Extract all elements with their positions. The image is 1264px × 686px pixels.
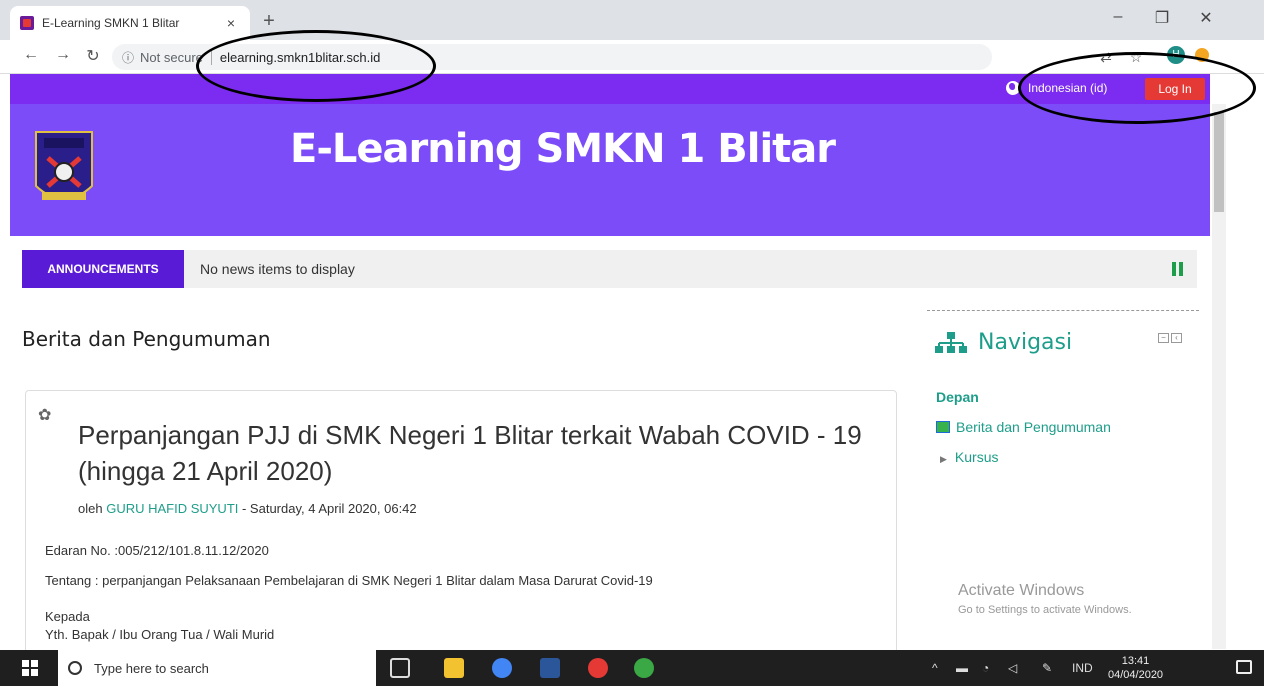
site-favicon-icon	[20, 16, 34, 30]
restore-icon[interactable]: ❐	[1142, 8, 1182, 28]
battery-icon[interactable]: ▬	[956, 661, 968, 675]
scrollbar-thumb[interactable]	[1214, 112, 1224, 212]
forum-post: ✿ Perpanjangan PJJ di SMK Negeri 1 Blita…	[25, 390, 897, 660]
globe-icon	[1006, 81, 1020, 95]
announcements-text: No news items to display	[200, 261, 355, 277]
sidebar-item-berita[interactable]: Berita dan Pengumuman	[936, 419, 1111, 435]
language-menu[interactable]: Indonesian (id)	[1006, 81, 1107, 95]
sidebar-divider	[927, 310, 1199, 311]
site-topbar: Indonesian (id) Log In	[10, 74, 1210, 104]
browser-tab-strip: E-Learning SMKN 1 Blitar × + – ❐ ✕	[0, 0, 1264, 40]
forward-arrow-icon[interactable]: →	[52, 46, 74, 64]
reload-icon[interactable]: ↻	[82, 46, 104, 66]
post-date: - Saturday, 4 April 2020, 06:42	[238, 501, 417, 516]
file-explorer-icon[interactable]	[444, 658, 464, 678]
pause-icon[interactable]	[1172, 262, 1184, 276]
activate-windows-watermark: Activate Windows Go to Settings to activ…	[958, 582, 1132, 616]
announcements-bar: ANNOUNCEMENTS No news items to display	[22, 250, 1197, 288]
by-label: oleh	[78, 501, 103, 516]
volume-icon[interactable]: ◁	[1008, 661, 1017, 675]
post-title[interactable]: Perpanjangan PJJ di SMK Negeri 1 Blitar …	[78, 417, 878, 489]
watermark-subtitle: Go to Settings to activate Windows.	[958, 604, 1132, 616]
block-controls: − ‹	[1158, 333, 1182, 343]
login-button[interactable]: Log In	[1145, 78, 1205, 100]
author-link[interactable]: GURU HAFID SUYUTI	[106, 501, 238, 516]
dock-icon[interactable]: ‹	[1171, 333, 1182, 343]
task-view-icon[interactable]	[390, 658, 410, 678]
pen-icon[interactable]: ✎	[1042, 661, 1052, 675]
sidebar-item-label: Kursus	[954, 449, 999, 465]
post-meta: oleh GURU HAFID SUYUTI - Saturday, 4 Apr…	[78, 501, 417, 516]
extension-icon[interactable]	[1195, 48, 1209, 62]
wifi-icon[interactable]: ◔	[982, 661, 989, 675]
info-icon[interactable]: ⓘ	[122, 49, 134, 66]
sidebar-item-label: Berita dan Pengumuman	[956, 419, 1111, 435]
window-close-icon[interactable]: ✕	[1186, 8, 1226, 28]
post-line: Yth. Bapak / Ibu Orang Tua / Wali Murid	[45, 627, 275, 642]
page-scrollbar[interactable]	[1212, 104, 1226, 649]
word-icon[interactable]	[540, 658, 560, 678]
site-name: E-Learning SMKN 1 Blitar	[290, 126, 836, 172]
taskbar-search[interactable]: Type here to search	[58, 650, 376, 686]
sitemap-icon	[935, 331, 967, 353]
language-label: Indonesian (id)	[1028, 81, 1108, 95]
browser-toolbar: ← → ↻ ⓘ Not secure elearning.smkn1blitar…	[0, 40, 1264, 74]
navigation-block-header: Navigasi	[934, 330, 1072, 355]
profile-avatar[interactable]: H	[1167, 46, 1185, 64]
sidebar-item-label: Depan	[936, 389, 979, 405]
announcements-label: ANNOUNCEMENTS	[22, 250, 184, 288]
post-line: Tentang : perpanjangan Pelaksanaan Pembe…	[45, 573, 653, 588]
chrome-icon[interactable]	[492, 658, 512, 678]
tab-close-button[interactable]: ×	[222, 15, 240, 31]
browser-tab[interactable]: E-Learning SMKN 1 Blitar ×	[10, 6, 250, 40]
navigation-title: Navigasi	[978, 330, 1073, 355]
new-tab-button[interactable]: +	[258, 10, 280, 33]
system-clock[interactable]: 13:41 04/04/2020	[1108, 654, 1163, 682]
windows-taskbar: Type here to search ^ ▬ ◔ ◁ ✎ IND 13:41 …	[0, 650, 1264, 686]
clock-time: 13:41	[1121, 655, 1150, 667]
post-line: Kepada	[45, 609, 90, 624]
site-banner: E-Learning SMKN 1 Blitar	[10, 104, 1210, 236]
section-title: Berita dan Pengumuman	[22, 327, 271, 351]
opera-icon[interactable]	[588, 658, 608, 678]
address-bar[interactable]: ⓘ Not secure elearning.smkn1blitar.sch.i…	[112, 44, 992, 70]
sidebar-item-depan[interactable]: Depan	[936, 389, 979, 405]
security-label: Not secure	[140, 49, 212, 65]
post-line: Edaran No. :005/212/101.8.11.12/2020	[45, 543, 269, 558]
sidebar-item-kursus[interactable]: ▶ Kursus	[940, 449, 999, 465]
input-language[interactable]: IND	[1072, 661, 1093, 675]
clock-date: 04/04/2020	[1108, 669, 1164, 681]
windows-start-icon[interactable]	[22, 660, 38, 676]
search-icon	[68, 661, 82, 675]
collapse-icon[interactable]: −	[1158, 333, 1169, 343]
minimize-icon[interactable]: –	[1098, 8, 1138, 26]
tray-chevron-icon[interactable]: ^	[932, 661, 938, 675]
back-arrow-icon[interactable]: ←	[20, 46, 42, 64]
translate-icon[interactable]: ⇄	[1096, 49, 1116, 66]
bookmark-star-icon[interactable]: ☆	[1126, 49, 1146, 66]
notification-icon[interactable]	[1236, 660, 1252, 674]
watermark-title: Activate Windows	[958, 582, 1085, 599]
school-logo[interactable]	[32, 128, 96, 212]
search-placeholder: Type here to search	[94, 660, 209, 676]
forum-icon	[936, 421, 950, 433]
author-avatar-icon: ✿	[38, 407, 52, 424]
whatsapp-icon[interactable]	[634, 658, 654, 678]
tab-title: E-Learning SMKN 1 Blitar	[42, 16, 180, 30]
url-text[interactable]: elearning.smkn1blitar.sch.id	[220, 50, 380, 65]
expand-arrow-icon[interactable]: ▶	[940, 454, 947, 465]
